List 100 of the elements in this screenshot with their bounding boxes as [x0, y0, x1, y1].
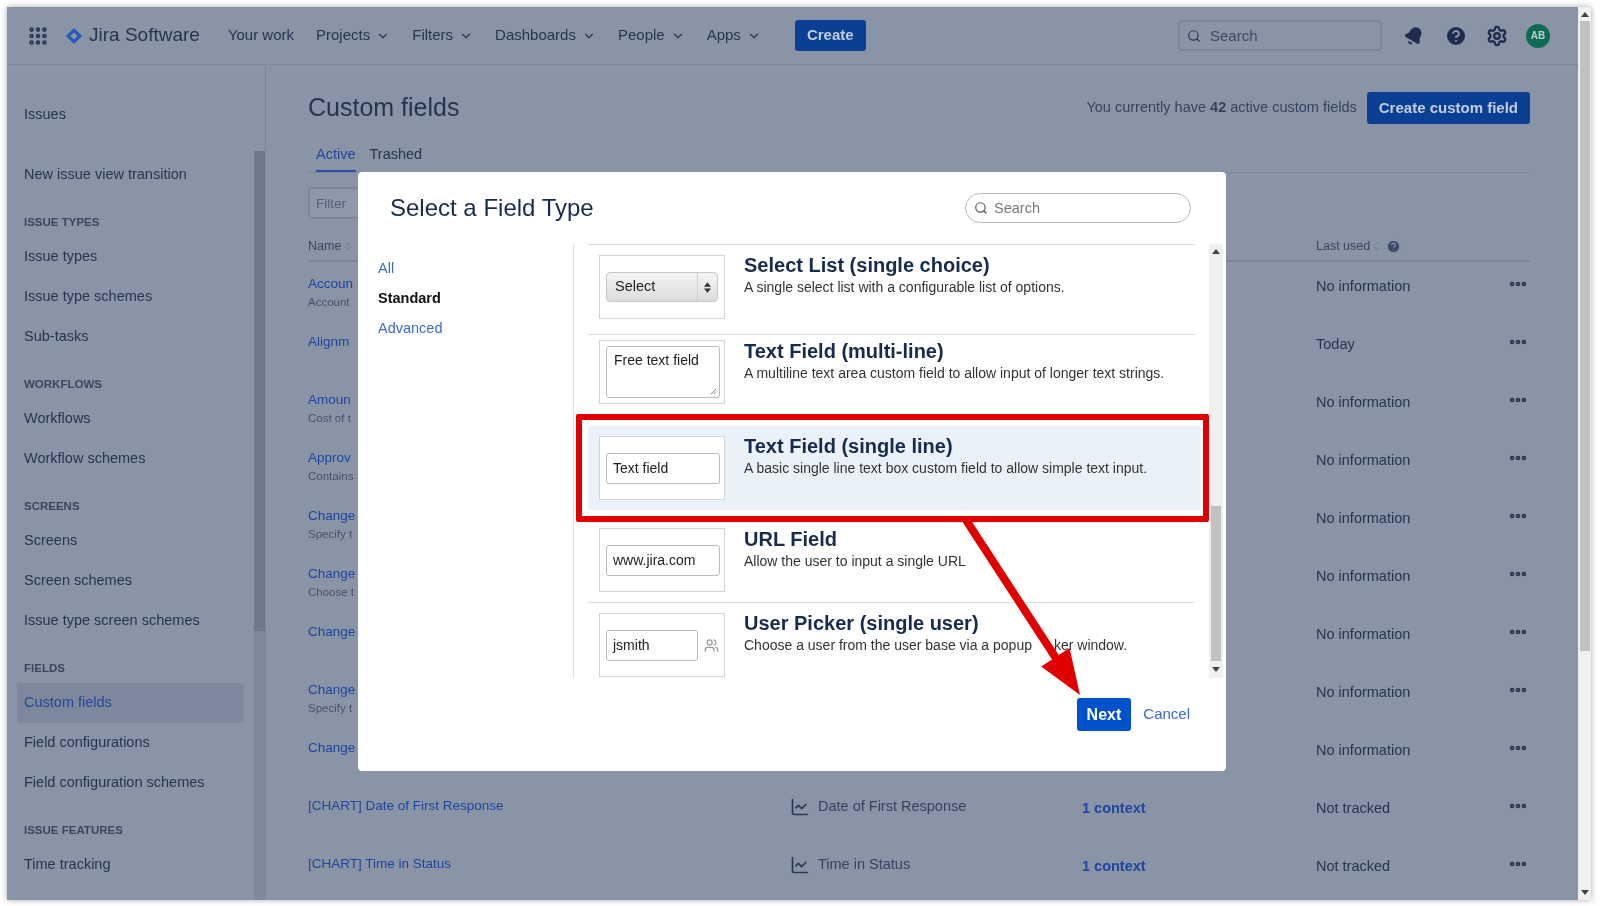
field-name-link[interactable]: Change — [308, 738, 356, 759]
last-used: No information — [1316, 394, 1411, 410]
field-name-link[interactable]: Change — [308, 622, 356, 643]
last-used: Today — [1316, 336, 1355, 352]
create-button[interactable]: Create — [794, 20, 866, 51]
search-icon — [1187, 29, 1201, 43]
users-icon — [704, 638, 719, 653]
field-name-link[interactable]: Change — [308, 680, 356, 701]
field-description: Cost of t — [308, 411, 351, 427]
field-name-link[interactable]: Amoun — [308, 390, 351, 411]
last-used: No information — [1316, 626, 1411, 642]
section-heading: SCREENS — [24, 500, 80, 513]
dialog-search-field[interactable]: Search — [965, 193, 1191, 223]
sidebar-item[interactable]: Issue types — [17, 237, 244, 277]
column-header[interactable]: Last used — [1316, 237, 1371, 256]
scroll-down-icon[interactable] — [1212, 667, 1220, 672]
section-heading: WORKFLOWS — [24, 378, 102, 391]
field-type-title: Text Field (single line) — [744, 434, 953, 458]
last-used: No information — [1316, 510, 1411, 526]
field-type-title: URL Field — [744, 527, 837, 551]
field-name-link[interactable]: Approv — [308, 448, 351, 469]
create-custom-field-button[interactable]: Create custom field — [1366, 92, 1530, 124]
field-type-description: ker window. — [1053, 636, 1128, 655]
contexts-link[interactable]: 1 context — [1082, 800, 1146, 816]
page-title: Custom fields — [308, 92, 460, 124]
nav-menu[interactable]: Dashboards — [495, 24, 596, 47]
field-description: Specify t — [308, 527, 353, 543]
sidebar-item[interactable]: Sub-tasks — [17, 317, 244, 357]
field-type-title: User Picker (single user) — [744, 611, 979, 635]
last-used: Not tracked — [1316, 858, 1391, 874]
section-heading: ISSUE TYPES — [24, 216, 100, 229]
contexts-link[interactable]: 1 context — [1082, 858, 1146, 874]
custom-field-count: You currently have 42 active custom fields — [1086, 98, 1357, 118]
field-description: Contains — [308, 469, 354, 485]
nav-menu[interactable]: Projects — [316, 24, 391, 47]
category-link[interactable]: Advanced — [378, 314, 443, 344]
stepper-icon — [704, 281, 711, 293]
scroll-up-icon[interactable] — [1212, 249, 1220, 254]
field-type-description: Allow the user to input a single URL — [744, 552, 966, 571]
last-used: No information — [1316, 278, 1411, 294]
sidebar-item[interactable]: Screen schemes — [17, 561, 244, 601]
last-used: Not tracked — [1316, 800, 1391, 816]
field-name-link[interactable]: Change — [308, 564, 356, 585]
text-input-preview: jsmith — [606, 630, 698, 661]
logo-icon — [65, 26, 83, 45]
field-type-description: A multiline text area custom field to allow input of longer text strings. — [744, 364, 1165, 383]
nav-menu[interactable]: Your work — [227, 24, 295, 47]
search-field[interactable]: Search — [1178, 20, 1382, 51]
search-icon — [974, 201, 988, 215]
sidebar-scrollbar[interactable] — [254, 151, 265, 900]
field-name-link[interactable]: Change — [308, 506, 356, 527]
field-type-title: Text Field (multi-line) — [744, 339, 944, 363]
cancel-link[interactable]: Cancel — [1143, 698, 1190, 731]
last-used: No information — [1316, 742, 1411, 758]
category-link[interactable]: Standard — [378, 284, 441, 314]
app-switcher-icon[interactable] — [27, 24, 49, 47]
select-preview: Select — [606, 272, 718, 302]
field-name-link[interactable]: Accoun — [308, 274, 354, 295]
sidebar-item[interactable]: Custom fields — [17, 683, 244, 723]
field-name-link[interactable]: [CHART] Date of First Response — [308, 796, 504, 817]
field-type-description: A basic single line text box custom field to allow simple text input. — [744, 459, 1148, 478]
product-name[interactable]: Jira Software — [89, 21, 200, 50]
nav-menu[interactable]: People — [617, 24, 685, 47]
sidebar-item[interactable]: New issue view transition — [17, 155, 244, 195]
text-input-preview: Text field — [606, 453, 720, 484]
scroll-down-icon[interactable] — [1580, 890, 1589, 895]
category-link[interactable]: All — [378, 254, 395, 284]
list-scrollbar[interactable] — [1209, 244, 1223, 678]
sidebar-item[interactable]: Workflows — [17, 399, 244, 439]
last-used: No information — [1316, 684, 1411, 700]
sidebar-item[interactable]: Screens — [17, 521, 244, 561]
field-type-option[interactable]: jsmith User Picker (single user) Choose a user from the user base via a popup ker window. — [588, 602, 1195, 678]
sidebar-item[interactable]: Field configurations — [17, 723, 244, 763]
field-type: Time in Status — [818, 855, 911, 874]
field-name-link[interactable]: Alignm — [308, 332, 350, 353]
last-used: No information — [1316, 452, 1411, 468]
sidebar-item[interactable]: Issue type screen schemes — [17, 601, 244, 641]
sidebar-item[interactable]: Field configuration schemes — [17, 763, 244, 803]
scroll-up-icon[interactable] — [1580, 12, 1589, 17]
text-input-preview: www.jira.com — [606, 545, 720, 576]
field-type-description: Choose a user from the user base via a popup — [744, 636, 1032, 655]
sidebar-item[interactable]: Issue type schemes — [17, 277, 244, 317]
tab[interactable]: Active — [316, 144, 356, 172]
field-type-option[interactable]: Text field Text Field (single line) A basic single line text box custom field to allow simple text input. — [588, 426, 1201, 510]
user-avatar[interactable]: AB — [1526, 23, 1550, 48]
column-header[interactable]: Name — [308, 237, 342, 256]
dialog-title: Select a Field Type — [390, 193, 594, 223]
settings-icon[interactable] — [1486, 24, 1508, 47]
next-button[interactable]: Next — [1076, 698, 1132, 731]
nav-menu[interactable]: Apps — [706, 24, 761, 47]
sidebar-item[interactable]: Time tracking — [17, 845, 244, 885]
tab[interactable]: Trashed — [369, 144, 423, 172]
sidebar-item[interactable]: Workflow schemes — [17, 439, 244, 479]
help-icon[interactable] — [1386, 238, 1402, 254]
page-scrollbar[interactable] — [1578, 7, 1591, 900]
field-name-link[interactable]: [CHART] Time in Status — [308, 854, 452, 875]
sidebar-item[interactable]: Issues — [17, 95, 244, 135]
field-description: Specify t — [308, 701, 353, 717]
section-heading: ISSUE FEATURES — [24, 824, 123, 837]
nav-menu[interactable]: Filters — [412, 24, 474, 47]
